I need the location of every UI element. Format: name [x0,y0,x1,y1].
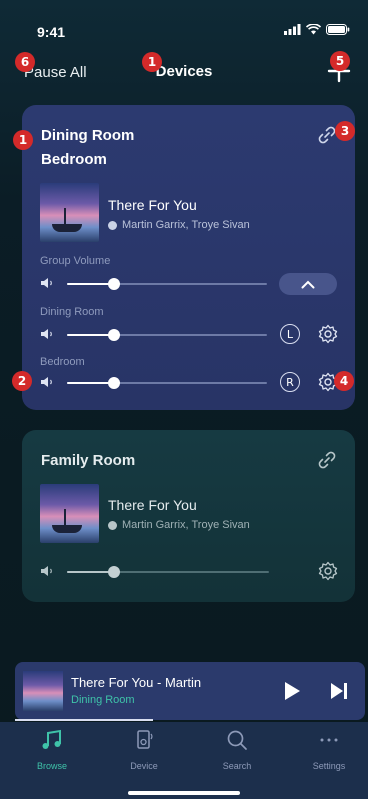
spotify-icon [108,520,117,530]
spotify-icon [108,220,117,230]
speaker-icon [41,377,52,387]
annotation-badge: 1 [142,52,162,72]
now-playing-bar[interactable]: There For You - Martin Dining Room [15,662,365,720]
now-playing-room: Dining Room [71,694,135,706]
status-bar: 9:41 [0,0,368,44]
tab-settings[interactable]: Settings [289,728,368,774]
artist-name: Martin Garrix, Troye Sivan [122,519,250,531]
annotation-badge: 4 [334,371,354,391]
annotation-badge: 2 [12,371,32,391]
tab-label: Settings [312,761,346,771]
home-indicator [128,791,240,795]
family-room-card[interactable]: Family Room There For You Martin Garrix,… [22,430,355,602]
album-art [40,183,99,242]
gear-icon[interactable] [318,561,338,581]
more-icon [320,738,338,742]
bedroom-volume-fill [67,382,113,384]
family-volume-fill [67,571,113,573]
family-volume-knob[interactable] [108,566,120,578]
speaker-icon [41,329,52,339]
skip-next-icon[interactable] [329,681,349,701]
annotation-badge: 5 [330,51,350,71]
play-icon[interactable] [281,680,303,702]
page-title: Devices [155,63,213,80]
volume-label: Group Volume [40,255,111,267]
tab-bar: Browse Device Search Settings [0,722,368,799]
album-art [40,484,99,543]
tab-label: Browse [36,761,67,771]
status-icons [284,24,350,35]
channel-right-button[interactable]: R [280,372,300,392]
annotation-badge: 1 [13,130,33,150]
link-icon[interactable] [317,125,337,145]
signal-icon [284,24,301,35]
artist-name: Martin Garrix, Troye Sivan [122,219,250,231]
link-icon[interactable] [317,450,337,470]
tab-browse[interactable]: Browse [12,728,92,774]
dining-volume-knob[interactable] [108,329,120,341]
track-title: There For You [108,197,197,213]
collapse-button[interactable] [279,273,337,295]
track-title: There For You [108,497,197,513]
room-name: Bedroom [41,151,107,168]
channel-left-button[interactable]: L [280,324,300,344]
volume-label: Bedroom [40,356,85,368]
room-name: Family Room [41,452,136,469]
status-time: 9:41 [37,24,66,40]
speaker-icon [41,278,52,288]
battery-icon [326,24,350,35]
room-name: Dining Room [41,127,135,144]
speaker-icon [41,566,52,576]
track-artist: Martin Garrix, Troye Sivan [108,219,250,231]
annotation-badge: 6 [15,52,35,72]
group-device-card[interactable]: Dining Room Bedroom There For You Martin… [22,105,355,410]
annotation-badge: 3 [335,121,355,141]
top-bar: Pause All Devices [0,52,368,92]
tab-device[interactable]: Device [104,728,184,774]
gear-icon[interactable] [318,324,338,344]
chevron-up-icon [301,280,315,288]
group-volume-fill [67,283,113,285]
device-icon [137,730,153,749]
tab-label: Device [130,761,158,771]
music-note-icon [42,729,61,749]
track-artist: Martin Garrix, Troye Sivan [108,519,250,531]
dining-volume-fill [67,334,113,336]
bedroom-volume-knob[interactable] [108,377,120,389]
now-playing-art [23,671,63,711]
group-volume-knob[interactable] [108,278,120,290]
tab-search[interactable]: Search [197,728,277,774]
playback-progress [15,719,153,721]
now-playing-title: There For You - Martin [71,675,202,690]
search-icon [227,730,247,750]
tab-label: Search [222,761,252,771]
wifi-icon [306,24,321,35]
volume-label: Dining Room [40,306,104,318]
